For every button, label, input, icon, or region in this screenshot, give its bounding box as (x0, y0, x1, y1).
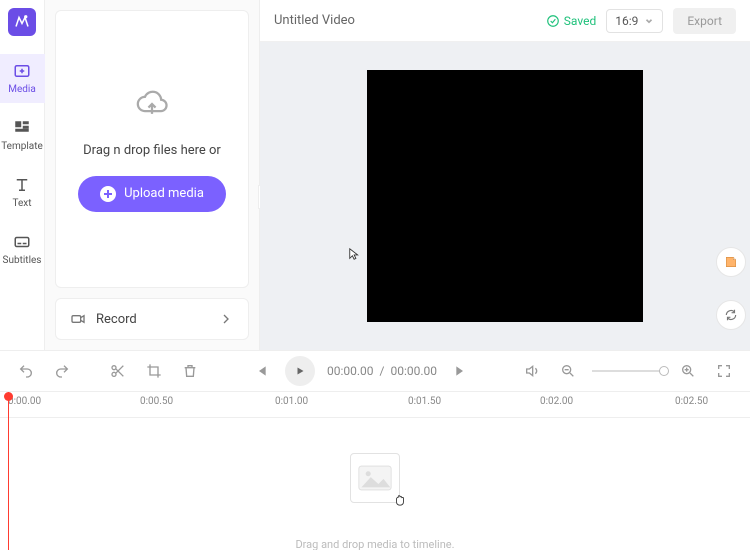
zoom-slider-thumb[interactable] (659, 366, 669, 376)
play-button[interactable] (285, 356, 315, 386)
video-canvas[interactable] (367, 70, 643, 322)
chevron-right-icon (218, 311, 234, 327)
skip-start-button[interactable] (249, 359, 273, 383)
image-placeholder-icon (358, 464, 392, 492)
ruler-tick: 0:01.50 (408, 396, 441, 407)
time-current: 00:00.00 (327, 364, 374, 378)
left-nav: Media Template Text Subtitles (0, 0, 45, 350)
timeline-drop-placeholder[interactable] (350, 453, 400, 503)
preview-area: Untitled Video Saved 16:9 Export (260, 0, 750, 350)
zoom-out-icon (560, 363, 576, 379)
ruler-tick: 0:01.00 (275, 396, 308, 407)
crop-icon (146, 363, 162, 379)
saved-label: Saved (564, 14, 596, 28)
delete-button[interactable] (178, 359, 202, 383)
ruler-tick: 0:00.00 (8, 396, 41, 407)
nav-item-label: Template (1, 141, 43, 152)
cut-button[interactable] (106, 359, 130, 383)
nav-item-label: Subtitles (3, 255, 42, 266)
redo-button[interactable] (50, 359, 74, 383)
zoom-in-icon (680, 363, 696, 379)
export-button[interactable]: Export (673, 8, 736, 34)
redo-icon (54, 363, 70, 379)
check-circle-icon (546, 14, 560, 28)
cloud-upload-icon (135, 87, 169, 125)
grab-cursor-icon (393, 492, 407, 510)
undo-button[interactable] (14, 359, 38, 383)
ruler-tick: 0:02.50 (675, 396, 708, 407)
dropzone-hint: Drag n drop files here or (83, 143, 221, 158)
fit-button[interactable] (712, 359, 736, 383)
ruler-tick: 0:00.50 (140, 396, 173, 407)
timecode: 00:00.00 / 00:00.00 (327, 364, 437, 378)
crop-button[interactable] (142, 359, 166, 383)
subtitles-icon (13, 233, 31, 251)
text-icon (13, 176, 31, 194)
nav-item-media[interactable]: Media (0, 54, 45, 103)
upload-media-label: Upload media (124, 186, 204, 201)
project-title[interactable]: Untitled Video (274, 13, 355, 28)
app-logo (8, 8, 36, 36)
volume-icon (524, 363, 540, 379)
preview-stage (260, 42, 750, 350)
time-separator: / (380, 364, 385, 378)
camera-icon (70, 311, 86, 327)
refresh-icon (724, 308, 738, 322)
play-icon (294, 365, 306, 377)
skip-start-icon (253, 363, 269, 379)
plus-circle-icon (100, 186, 116, 202)
ruler-tick: 0:02.00 (540, 396, 573, 407)
aspect-ratio-select[interactable]: 16:9 (606, 9, 663, 33)
trash-icon (182, 363, 198, 379)
volume-button[interactable] (520, 359, 544, 383)
media-add-icon (13, 62, 31, 80)
nav-item-template[interactable]: Template (0, 111, 45, 160)
timeline-ruler[interactable]: 0:00.00 0:00.50 0:01.00 0:01.50 0:02.00 0:02.… (0, 392, 750, 418)
nav-item-label: Text (12, 198, 31, 209)
sticker-icon (724, 255, 738, 269)
timeline-tracks[interactable] (0, 418, 750, 538)
nav-item-text[interactable]: Text (0, 168, 45, 217)
zoom-in-button[interactable] (676, 359, 700, 383)
fit-icon (716, 363, 732, 379)
zoom-slider[interactable] (592, 370, 664, 372)
record-button[interactable]: Record (55, 298, 249, 340)
sticker-tool-button[interactable] (716, 247, 746, 277)
aspect-value: 16:9 (615, 14, 638, 28)
skip-end-button[interactable] (449, 359, 473, 383)
time-total: 00:00.00 (390, 364, 437, 378)
record-label: Record (96, 312, 137, 327)
saved-status: Saved (546, 14, 596, 28)
playback-toolbar: 00:00.00 / 00:00.00 (0, 350, 750, 392)
chevron-down-icon (644, 16, 654, 26)
timeline-hint: Drag and drop media to timeline. (0, 538, 750, 550)
nav-item-label: Media (8, 84, 36, 95)
timeline: 0:00.00 0:00.50 0:01.00 0:01.50 0:02.00 0:02.… (0, 392, 750, 550)
refresh-tool-button[interactable] (716, 300, 746, 330)
upload-media-button[interactable]: Upload media (78, 176, 226, 212)
media-panel: Drag n drop files here or Upload media R… (45, 0, 260, 350)
media-dropzone[interactable]: Drag n drop files here or Upload media (55, 10, 249, 288)
mouse-cursor-icon (348, 247, 362, 265)
zoom-out-button[interactable] (556, 359, 580, 383)
nav-item-subtitles[interactable]: Subtitles (0, 225, 45, 274)
skip-end-icon (453, 363, 469, 379)
template-icon (13, 119, 31, 137)
preview-header: Untitled Video Saved 16:9 Export (260, 0, 750, 42)
scissors-icon (110, 363, 126, 379)
undo-icon (18, 363, 34, 379)
